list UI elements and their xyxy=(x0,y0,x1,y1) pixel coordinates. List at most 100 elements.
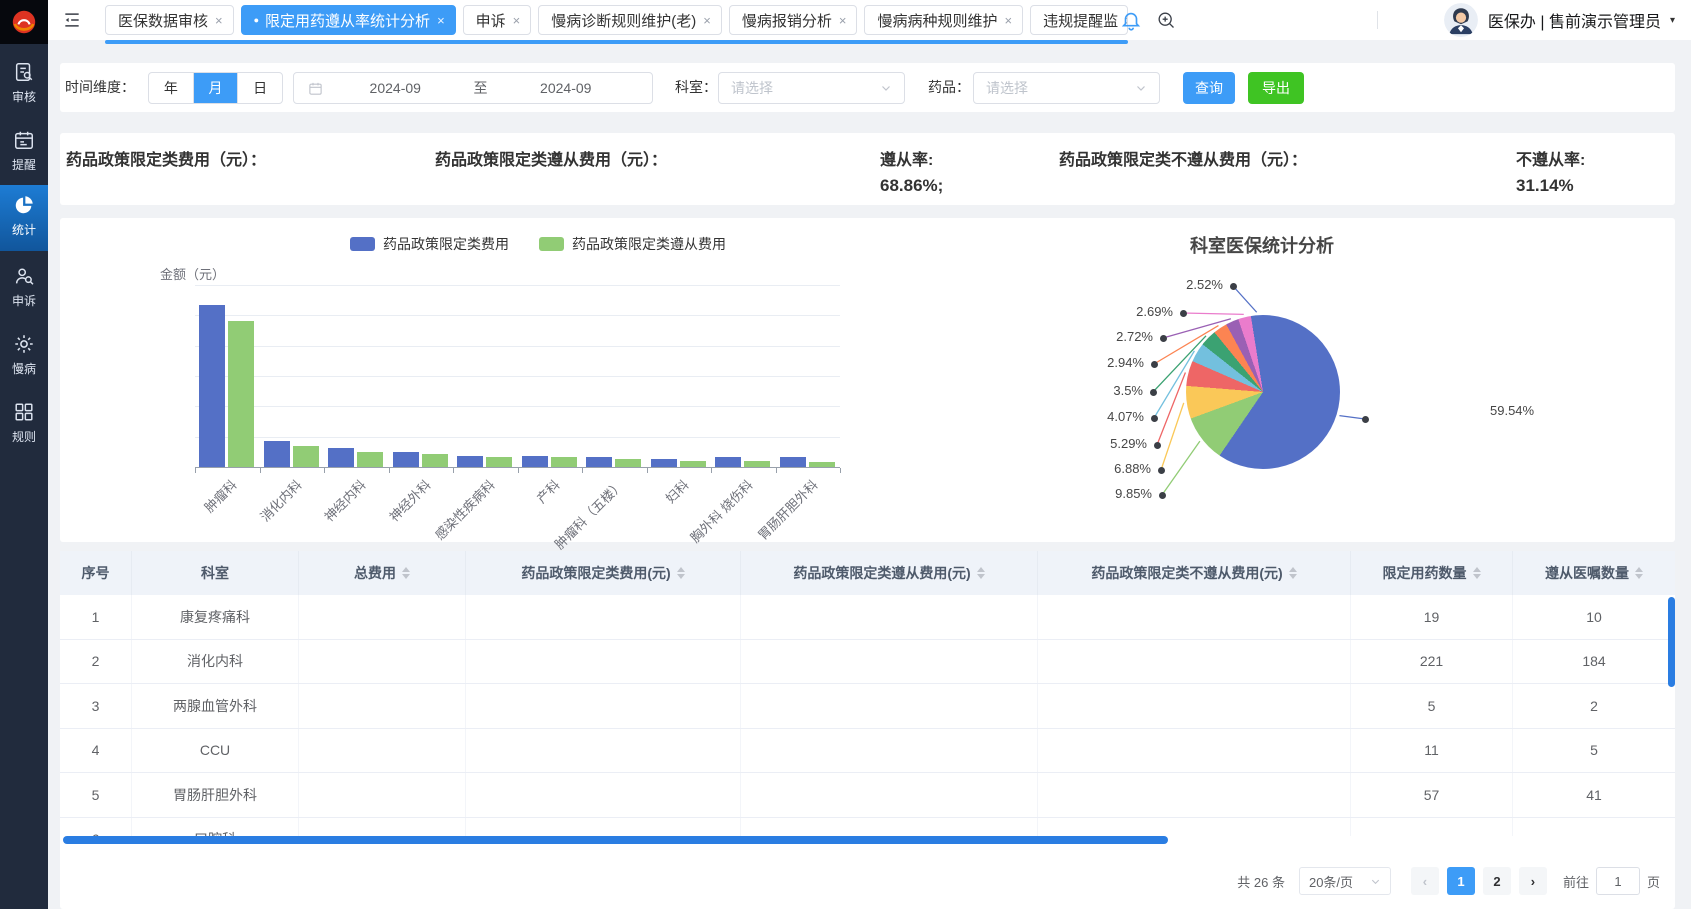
drug-select[interactable]: 请选择 xyxy=(973,72,1160,104)
column-header-限定用药数量[interactable]: 限定用药数量 xyxy=(1351,551,1513,595)
sidebar-item-申诉[interactable]: 申诉 xyxy=(0,256,48,322)
table-cell xyxy=(466,595,741,639)
table-row[interactable]: 1康复疼痛科1910 xyxy=(60,595,1675,640)
horizontal-scrollbar[interactable] xyxy=(63,836,1168,844)
sort-icon[interactable] xyxy=(1473,567,1481,579)
tab-close-icon[interactable]: × xyxy=(513,13,521,28)
legend-item[interactable]: 药品政策限定类费用 xyxy=(350,234,509,254)
bar-药品政策限定类遵从费用[interactable] xyxy=(293,446,319,467)
tab-慢病诊断规则维护(老)[interactable]: 慢病诊断规则维护(老)× xyxy=(538,5,722,35)
sort-icon[interactable] xyxy=(1635,567,1643,579)
sidebar-item-慢病[interactable]: 慢病 xyxy=(0,324,48,390)
tab-申诉[interactable]: 申诉× xyxy=(463,5,532,35)
page-button-2[interactable]: 2 xyxy=(1483,867,1511,895)
table-cell: 19 xyxy=(1351,595,1513,639)
bar-药品政策限定类遵从费用[interactable] xyxy=(551,457,577,467)
column-header-药品政策限定类遵从费用(元)[interactable]: 药品政策限定类遵从费用(元) xyxy=(741,551,1038,595)
time-option-月[interactable]: 月 xyxy=(193,73,238,103)
table-cell xyxy=(466,640,741,684)
bar-药品政策限定类费用[interactable] xyxy=(651,459,677,467)
bar-药品政策限定类费用[interactable] xyxy=(586,457,612,467)
tab-close-icon[interactable]: × xyxy=(1004,13,1012,28)
tab-close-icon[interactable]: × xyxy=(437,13,445,28)
column-header-药品政策限定类不遵从费用(元)[interactable]: 药品政策限定类不遵从费用(元) xyxy=(1038,551,1351,595)
bar-药品政策限定类费用[interactable] xyxy=(780,457,806,467)
department-share-pie-chart[interactable]: 科室医保统计分析 2.52%2.69%2.72%2.94%3.5%4.07%5.… xyxy=(1010,218,1630,528)
bar-药品政策限定类费用[interactable] xyxy=(393,452,419,467)
table-cell: 221 xyxy=(1351,640,1513,684)
page-button-1[interactable]: 1 xyxy=(1447,867,1475,895)
tab-医保数据审核[interactable]: 医保数据审核× xyxy=(105,5,234,35)
table-row[interactable]: 3两腺血管外科52 xyxy=(60,684,1675,729)
department-fee-bar-chart[interactable]: 药品政策限定类费用药品政策限定类遵从费用 金额（元） 肿瘤科消化内科神经内科神经… xyxy=(60,218,990,542)
bar-药品政策限定类费用[interactable] xyxy=(522,456,548,467)
tab-close-icon[interactable]: × xyxy=(703,13,711,28)
table-cell xyxy=(1038,684,1351,728)
date-range-picker[interactable]: 2024-09 至 2024-09 xyxy=(293,72,653,104)
sidebar-item-审核[interactable]: 审核 xyxy=(0,52,48,118)
zoom-in-icon[interactable] xyxy=(1156,10,1176,30)
tab-慢病病种规则维护[interactable]: 慢病病种规则维护× xyxy=(864,5,1023,35)
axis-tick xyxy=(195,468,196,473)
bar-药品政策限定类费用[interactable] xyxy=(199,305,225,467)
bar-药品政策限定类遵从费用[interactable] xyxy=(228,321,254,467)
bar-药品政策限定类费用[interactable] xyxy=(264,441,290,467)
table-row[interactable]: 4CCU115 xyxy=(60,729,1675,774)
bar-药品政策限定类遵从费用[interactable] xyxy=(615,459,641,467)
user-menu[interactable]: 医保办 | 售前演示管理员 xyxy=(1488,8,1661,32)
column-header-药品政策限定类费用(元)[interactable]: 药品政策限定类费用(元) xyxy=(466,551,741,595)
user-caret-icon: ▾ xyxy=(1670,15,1675,26)
sidebar-item-统计[interactable]: 统计 xyxy=(0,185,48,251)
page-size-select[interactable]: 20条/页 xyxy=(1299,867,1391,895)
stat-block: 不遵从率:31.14% xyxy=(1516,133,1585,205)
column-header-遵从医嘱数量[interactable]: 遵从医嘱数量 xyxy=(1513,551,1675,595)
prev-page-button[interactable]: ‹ xyxy=(1411,867,1439,895)
notification-bell-icon[interactable] xyxy=(1120,9,1142,31)
table-cell: 2 xyxy=(60,640,132,684)
bar-药品政策限定类费用[interactable] xyxy=(715,457,741,467)
bar-药品政策限定类遵从费用[interactable] xyxy=(422,454,448,467)
table-row[interactable]: 2消化内科221184 xyxy=(60,640,1675,685)
legend-label: 药品政策限定类遵从费用 xyxy=(572,234,726,254)
sort-icon[interactable] xyxy=(1289,567,1297,579)
sidebar-item-规则[interactable]: 规则 xyxy=(0,392,48,458)
gridline xyxy=(195,437,840,438)
query-button[interactable]: 查询 xyxy=(1183,72,1235,104)
date-end-input[interactable]: 2024-09 xyxy=(494,80,639,96)
column-header-总费用[interactable]: 总费用 xyxy=(299,551,466,595)
column-header-序号: 序号 xyxy=(60,551,132,595)
tab-限定用药遵从率统计分析[interactable]: ●限定用药遵从率统计分析× xyxy=(241,5,456,35)
bar-药品政策限定类遵从费用[interactable] xyxy=(680,461,706,467)
bar-药品政策限定类费用[interactable] xyxy=(457,456,483,467)
table-row[interactable]: 5胃肠肝胆外科5741 xyxy=(60,773,1675,818)
bar-药品政策限定类遵从费用[interactable] xyxy=(357,452,383,467)
goto-page-input[interactable] xyxy=(1596,867,1640,895)
time-option-日[interactable]: 日 xyxy=(237,73,282,103)
bar-药品政策限定类遵从费用[interactable] xyxy=(809,462,835,467)
app-logo-icon[interactable] xyxy=(0,0,48,44)
menu-fold-icon[interactable] xyxy=(62,10,82,30)
time-option-年[interactable]: 年 xyxy=(149,73,193,103)
bar-药品政策限定类遵从费用[interactable] xyxy=(486,457,512,467)
sort-icon[interactable] xyxy=(677,567,685,579)
department-select[interactable]: 请选择 xyxy=(718,72,905,104)
bar-药品政策限定类费用[interactable] xyxy=(328,448,354,467)
bar-药品政策限定类遵从费用[interactable] xyxy=(744,461,770,467)
legend-item[interactable]: 药品政策限定类遵从费用 xyxy=(539,234,726,254)
sort-icon[interactable] xyxy=(402,567,410,579)
tab-违规提醒监[interactable]: 违规提醒监× xyxy=(1030,5,1128,35)
table-cell: 4 xyxy=(60,729,132,773)
user-avatar[interactable] xyxy=(1444,3,1478,37)
tab-close-icon[interactable]: × xyxy=(839,13,847,28)
tab-close-icon[interactable]: × xyxy=(215,13,223,28)
sidebar-item-提醒[interactable]: 提醒 xyxy=(0,120,48,186)
export-button[interactable]: 导出 xyxy=(1248,72,1304,104)
vertical-scrollbar[interactable] xyxy=(1668,597,1675,687)
date-start-input[interactable]: 2024-09 xyxy=(323,80,468,96)
next-page-button[interactable]: › xyxy=(1519,867,1547,895)
table-cell: 184 xyxy=(1513,640,1675,684)
tab-慢病报销分析[interactable]: 慢病报销分析× xyxy=(729,5,858,35)
sort-icon[interactable] xyxy=(977,567,985,579)
table-row[interactable]: 6口腔科 xyxy=(60,818,1675,837)
active-tab-dot-icon: ● xyxy=(254,15,259,25)
